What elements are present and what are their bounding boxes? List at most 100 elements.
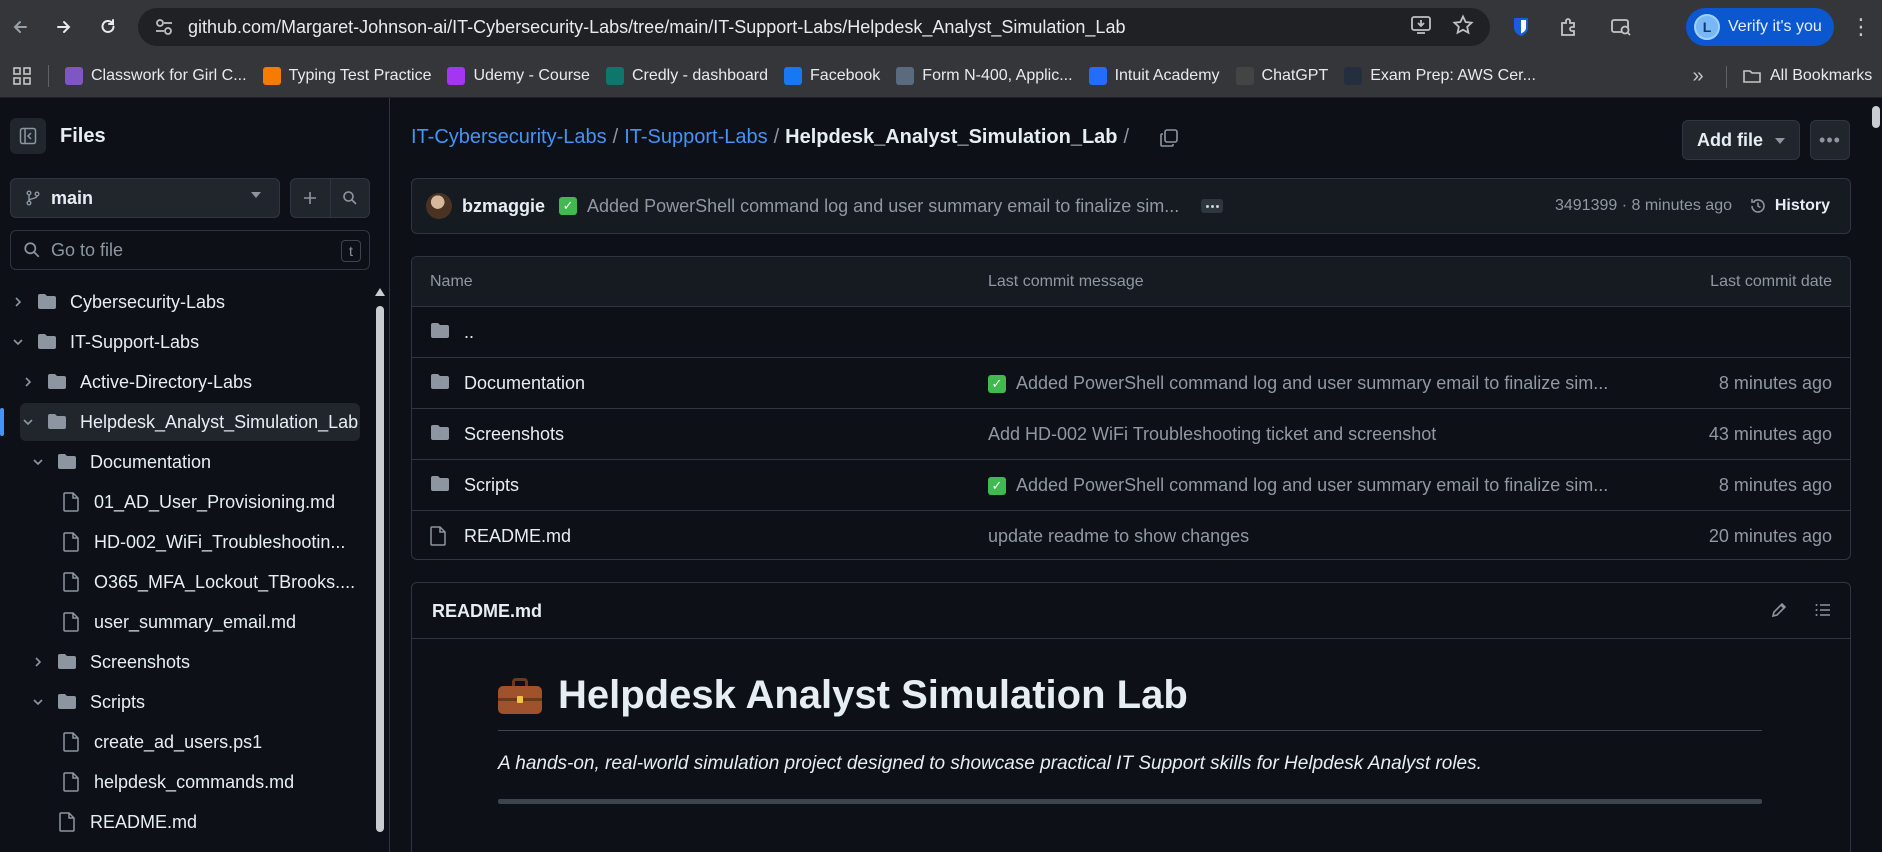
scroll-up-arrow-icon[interactable] — [375, 288, 385, 296]
column-date: Last commit date — [1710, 273, 1832, 290]
tree-folder-item[interactable]: Helpdesk_Analyst_Simulation_Lab — [20, 403, 360, 441]
folder-icon — [430, 424, 450, 447]
page-scrollbar[interactable] — [1870, 98, 1882, 852]
tree-file-item[interactable]: user_summary_email.md — [60, 603, 296, 641]
go-to-file-input[interactable]: t — [10, 230, 370, 270]
history-label: History — [1774, 197, 1830, 214]
table-row-parent[interactable]: .. — [412, 307, 1850, 358]
add-file-label: Add file — [1697, 129, 1763, 150]
tree-file-item[interactable]: HD-002_WiFi_Troubleshootin... — [60, 523, 345, 561]
commit-author[interactable]: bzmaggie — [462, 196, 545, 217]
tree-file-item[interactable]: README.md — [30, 803, 197, 841]
bookmark-item[interactable]: Typing Test Practice — [255, 60, 440, 92]
outline-list-icon[interactable] — [1814, 601, 1832, 624]
forward-button[interactable] — [46, 9, 82, 45]
add-file-button[interactable] — [291, 179, 331, 217]
tree-file-item[interactable]: helpdesk_commands.md — [60, 763, 294, 801]
chevron-down-icon[interactable] — [30, 454, 46, 470]
apps-grid-icon[interactable] — [0, 54, 44, 98]
tree-item-label: 01_AD_User_Provisioning.md — [94, 491, 336, 512]
add-file-dropdown[interactable]: Add file — [1682, 120, 1800, 160]
bookmark-item[interactable]: Udemy - Course — [439, 60, 597, 92]
tree-file-item[interactable]: 01_AD_User_Provisioning.md — [60, 483, 335, 521]
commit-date: 43 minutes ago — [1708, 424, 1832, 444]
horizontal-rule — [498, 799, 1762, 804]
file-name-link[interactable]: README.md — [464, 526, 571, 547]
more-options-button[interactable]: ••• — [1810, 120, 1850, 160]
tree-item-label: Cybersecurity-Labs — [70, 291, 226, 312]
chevron-down-icon[interactable] — [10, 334, 26, 350]
chevron-down-icon — [1775, 138, 1785, 144]
page-scrollbar-thumb[interactable] — [1872, 106, 1880, 128]
tree-folder-item[interactable]: Active-Directory-Labs — [20, 363, 252, 401]
file-name-link[interactable]: Screenshots — [464, 424, 564, 445]
reload-button[interactable] — [90, 9, 126, 45]
bookmark-item[interactable]: Classwork for Girl C... — [57, 60, 255, 92]
history-button[interactable]: History — [1749, 197, 1830, 215]
commit-message-link[interactable]: update readme to show changes — [988, 526, 1249, 547]
breadcrumb-folder-link[interactable]: IT-Support-Labs — [624, 126, 767, 149]
table-row[interactable]: Documentation ✓ Added PowerShell command l… — [412, 358, 1850, 409]
folder-icon — [430, 373, 450, 396]
table-row[interactable]: Screenshots Add HD-002 WiFi Troubleshooti… — [412, 409, 1850, 460]
tree-folder-item[interactable]: Screenshots — [30, 643, 190, 681]
bookmark-item[interactable]: Credly - dashboard — [598, 60, 776, 92]
commit-message-link[interactable]: ✓ Added PowerShell command log and user s… — [988, 475, 1608, 496]
tree-item-label: Screenshots — [90, 651, 191, 672]
tree-folder-item[interactable]: Documentation — [30, 443, 211, 481]
parent-directory-link[interactable]: .. — [464, 322, 474, 343]
bookmark-item[interactable]: ChatGPT — [1228, 60, 1337, 92]
chevron-right-icon[interactable] — [10, 294, 26, 310]
commit-message-link[interactable]: ✓ Added PowerShell command log and user s… — [988, 373, 1608, 394]
more-bookmarks-icon[interactable]: » — [1682, 60, 1714, 92]
address-bar[interactable]: github.com/Margaret-Johnson-ai/IT-Cybers… — [138, 8, 1490, 46]
bookmark-item[interactable]: Intuit Academy — [1081, 60, 1228, 92]
table-row[interactable]: Scripts ✓ Added PowerShell command log and… — [412, 460, 1850, 511]
branch-selector[interactable]: main — [10, 178, 280, 218]
install-app-icon[interactable] — [1410, 14, 1432, 41]
tree-file-item[interactable]: create_ad_users.ps1 — [60, 723, 262, 761]
bitwarden-extension-icon[interactable] — [1506, 12, 1536, 42]
commit-message[interactable]: Added PowerShell command log and user su… — [587, 196, 1179, 217]
chevron-right-icon[interactable] — [30, 654, 46, 670]
readme-tab[interactable]: README.md — [432, 601, 542, 622]
search-files-button[interactable] — [331, 179, 370, 217]
back-button[interactable] — [2, 9, 38, 45]
bookmark-label: Udemy - Course — [473, 66, 590, 84]
tree-folder-item[interactable]: Cybersecurity-Labs — [10, 283, 225, 321]
url-text[interactable]: github.com/Margaret-Johnson-ai/IT-Cybers… — [188, 17, 1125, 38]
commit-meta[interactable]: 3491399 · 8 minutes ago — [1555, 197, 1732, 215]
commit-message-link[interactable]: Add HD-002 WiFi Troubleshooting ticket a… — [988, 424, 1436, 445]
tree-folder-item[interactable]: Scripts — [30, 683, 145, 721]
file-name-link[interactable]: Documentation — [464, 373, 585, 394]
file-icon — [430, 526, 446, 551]
chevron-down-icon[interactable] — [20, 414, 36, 430]
profile-button[interactable]: L Verify it's you — [1686, 8, 1834, 46]
breadcrumb-repo-link[interactable]: IT-Cybersecurity-Labs — [411, 126, 607, 149]
browser-menu-icon[interactable]: ⋮ — [1846, 12, 1876, 42]
go-to-file-field[interactable] — [51, 239, 321, 261]
profile-avatar: L — [1694, 14, 1720, 40]
copy-path-icon[interactable] — [1159, 128, 1179, 148]
file-name-link[interactable]: Scripts — [464, 475, 519, 496]
table-header: Name Last commit message Last commit dat… — [412, 257, 1850, 307]
bookmark-item[interactable]: Form N-400, Applic... — [888, 60, 1080, 92]
all-bookmarks-button[interactable]: All Bookmarks — [1742, 54, 1872, 98]
avatar[interactable] — [426, 193, 452, 219]
collapse-sidebar-button[interactable] — [10, 118, 46, 154]
bookmark-item[interactable]: Exam Prep: AWS Cer... — [1336, 60, 1544, 92]
sidebar-scrollbar[interactable] — [374, 286, 386, 852]
extensions-puzzle-icon[interactable] — [1554, 12, 1584, 42]
tree-folder-item[interactable]: IT-Support-Labs — [10, 323, 199, 361]
site-info-icon[interactable] — [144, 8, 184, 46]
tab-search-icon[interactable] — [1606, 12, 1636, 42]
expand-commit-icon[interactable] — [1201, 199, 1224, 213]
chevron-right-icon[interactable] — [20, 374, 36, 390]
bookmark-star-icon[interactable] — [1452, 13, 1474, 41]
bookmark-item[interactable]: Facebook — [776, 60, 888, 92]
tree-file-item[interactable]: O365_MFA_Lockout_TBrooks.... — [60, 563, 355, 601]
edit-pencil-icon[interactable] — [1770, 601, 1788, 624]
table-row[interactable]: README.md update readme to show changes 20… — [412, 511, 1850, 559]
scrollbar-thumb[interactable] — [376, 306, 384, 832]
chevron-down-icon[interactable] — [30, 694, 46, 710]
